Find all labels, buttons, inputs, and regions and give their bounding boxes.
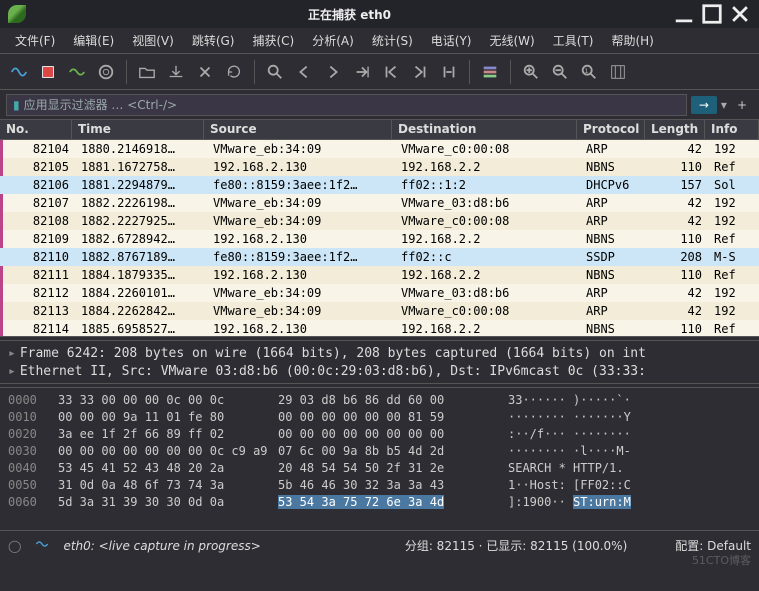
app-logo-icon — [8, 5, 26, 23]
hex-row[interactable]: 003000 00 00 00 00 00 00 0c c9 a907 6c 0… — [8, 443, 751, 460]
menu-capture[interactable]: 捕获(C) — [243, 29, 303, 52]
go-next-icon[interactable] — [320, 59, 346, 85]
colorize-icon[interactable] — [477, 59, 503, 85]
bookmark-icon[interactable]: ▮ — [13, 98, 20, 112]
menubar: 文件(F) 编辑(E) 视图(V) 跳转(G) 捕获(C) 分析(A) 统计(S… — [0, 28, 759, 54]
go-to-icon[interactable] — [349, 59, 375, 85]
find-packet-icon[interactable] — [262, 59, 288, 85]
menu-telephony[interactable]: 电话(Y) — [422, 29, 481, 52]
capture-options-icon[interactable] — [93, 59, 119, 85]
stop-capture-icon[interactable] — [35, 59, 61, 85]
start-capture-icon[interactable] — [6, 59, 32, 85]
status-packets: 分组: 82115 · 已显示: 82115 (100.0%) — [405, 537, 627, 554]
menu-help[interactable]: 帮助(H) — [602, 29, 662, 52]
menu-edit[interactable]: 编辑(E) — [64, 29, 123, 52]
auto-scroll-icon[interactable] — [436, 59, 462, 85]
status-bar: ◯ eth0: <live capture in progress> 分组: 8… — [0, 530, 759, 560]
save-file-icon[interactable] — [163, 59, 189, 85]
col-source[interactable]: Source — [204, 120, 392, 139]
go-last-icon[interactable] — [407, 59, 433, 85]
col-destination[interactable]: Destination — [392, 120, 577, 139]
watermark: 51CTO博客 — [692, 552, 751, 568]
display-filter-input[interactable]: ▮ 应用显示过滤器 … <Ctrl-/> — [6, 94, 687, 116]
restart-capture-icon[interactable] — [64, 59, 90, 85]
table-row[interactable]: 821121884.2260101…VMware_eb:34:09VMware_… — [0, 284, 759, 302]
expand-icon[interactable]: ▸ — [8, 364, 16, 379]
menu-go[interactable]: 跳转(G) — [183, 29, 244, 52]
menu-view[interactable]: 视图(V) — [123, 29, 183, 52]
zoom-out-icon[interactable] — [547, 59, 573, 85]
close-file-icon[interactable] — [192, 59, 218, 85]
menu-tools[interactable]: 工具(T) — [544, 29, 603, 52]
packet-details[interactable]: ▸ Frame 6242: 208 bytes on wire (1664 bit… — [0, 341, 759, 383]
window-title: 正在捕获 eth0 — [32, 6, 667, 23]
capture-file-icon[interactable] — [35, 537, 49, 554]
hex-view[interactable]: 000033 33 00 00 00 0c 00 0c29 03 d8 b6 8… — [0, 388, 759, 530]
titlebar: 正在捕获 eth0 — [0, 0, 759, 28]
hex-row[interactable]: 005031 0d 0a 48 6f 73 74 3a5b 46 46 30 3… — [8, 477, 751, 494]
table-row[interactable]: 821051881.1672758…192.168.2.130192.168.2… — [0, 158, 759, 176]
toolbar-separator — [126, 60, 127, 84]
hex-row[interactable]: 001000 00 00 9a 11 01 fe 8000 00 00 00 0… — [8, 409, 751, 426]
table-row[interactable]: 821081882.2227925…VMware_eb:34:09VMware_… — [0, 212, 759, 230]
toolbar: 1 — [0, 54, 759, 90]
filter-add-button[interactable]: + — [731, 96, 753, 114]
open-file-icon[interactable] — [134, 59, 160, 85]
hex-row[interactable]: 000033 33 00 00 00 0c 00 0c29 03 d8 b6 8… — [8, 392, 751, 409]
menu-stats[interactable]: 统计(S) — [363, 29, 422, 52]
table-row[interactable]: 821071882.2226198…VMware_eb:34:09VMware_… — [0, 194, 759, 212]
go-first-icon[interactable] — [378, 59, 404, 85]
filter-placeholder: 应用显示过滤器 … <Ctrl-/> — [24, 96, 177, 113]
minimize-button[interactable] — [673, 3, 695, 25]
filter-apply-button[interactable]: → — [691, 96, 717, 114]
toolbar-separator — [510, 60, 511, 84]
col-no[interactable]: No. — [0, 120, 72, 139]
table-row[interactable]: 821091882.6728942…192.168.2.130192.168.2… — [0, 230, 759, 248]
expand-icon[interactable]: ▸ — [8, 346, 16, 361]
hex-row[interactable]: 004053 45 41 52 43 48 20 2a20 48 54 54 5… — [8, 460, 751, 477]
table-row[interactable]: 821141885.6958527…192.168.2.130192.168.2… — [0, 320, 759, 336]
table-row[interactable]: 821061881.2294879…fe80::8159:3aee:1f2…ff… — [0, 176, 759, 194]
table-row[interactable]: 821131884.2262842…VMware_eb:34:09VMware_… — [0, 302, 759, 320]
close-button[interactable] — [729, 3, 751, 25]
packet-list[interactable]: 821041880.2146918…VMware_eb:34:09VMware_… — [0, 140, 759, 336]
reload-icon[interactable] — [221, 59, 247, 85]
menu-analyze[interactable]: 分析(A) — [303, 29, 363, 52]
table-row[interactable]: 821111884.1879335…192.168.2.130192.168.2… — [0, 266, 759, 284]
hex-row[interactable]: 00605d 3a 31 39 30 30 0d 0a53 54 3a 75 7… — [8, 494, 751, 511]
menu-wireless[interactable]: 无线(W) — [481, 29, 544, 52]
menu-file[interactable]: 文件(F) — [6, 29, 64, 52]
col-info[interactable]: Info — [705, 120, 759, 139]
maximize-button[interactable] — [701, 3, 723, 25]
zoom-reset-icon[interactable]: 1 — [576, 59, 602, 85]
resize-columns-icon[interactable] — [605, 59, 631, 85]
packet-list-header: No. Time Source Destination Protocol Len… — [0, 120, 759, 140]
expert-indicator-icon[interactable]: ◯ — [8, 539, 21, 553]
col-time[interactable]: Time — [72, 120, 204, 139]
table-row[interactable]: 821041880.2146918…VMware_eb:34:09VMware_… — [0, 140, 759, 158]
detail-line: Frame 6242: 208 bytes on wire (1664 bits… — [20, 346, 646, 361]
filter-bar: ▮ 应用显示过滤器 … <Ctrl-/> → ▾ + — [0, 90, 759, 120]
status-live: eth0: <live capture in progress> — [63, 539, 260, 553]
table-row[interactable]: 821101882.8767189…fe80::8159:3aee:1f2…ff… — [0, 248, 759, 266]
dropdown-icon[interactable]: ▾ — [721, 98, 727, 112]
detail-line: Ethernet II, Src: VMware 03:d8:b6 (00:0c… — [20, 364, 646, 379]
col-length[interactable]: Length — [645, 120, 705, 139]
toolbar-separator — [254, 60, 255, 84]
zoom-in-icon[interactable] — [518, 59, 544, 85]
toolbar-separator — [469, 60, 470, 84]
go-previous-icon[interactable] — [291, 59, 317, 85]
svg-text:1: 1 — [585, 67, 589, 74]
hex-row[interactable]: 00203a ee 1f 2f 66 89 ff 0200 00 00 00 0… — [8, 426, 751, 443]
col-protocol[interactable]: Protocol — [577, 120, 645, 139]
